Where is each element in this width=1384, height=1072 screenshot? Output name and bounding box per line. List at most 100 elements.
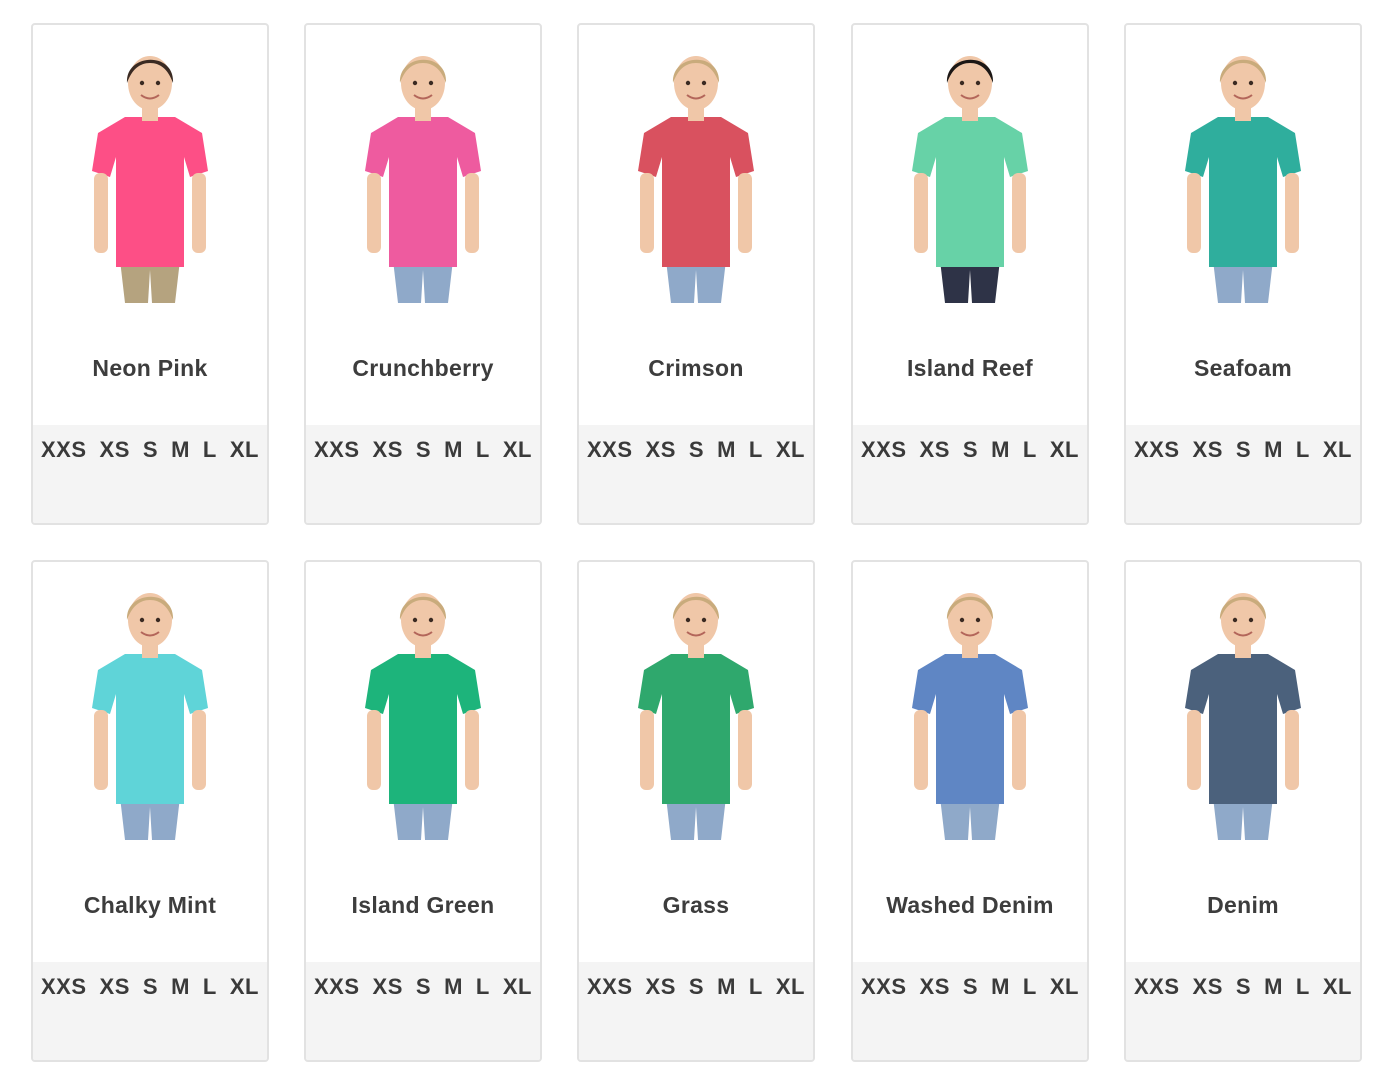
size-option[interactable]: XS — [646, 437, 676, 463]
size-option[interactable]: XXS — [587, 974, 633, 1000]
model-figure — [912, 56, 1028, 303]
size-option[interactable]: XXS — [41, 974, 87, 1000]
size-option[interactable]: L — [1296, 974, 1310, 1000]
size-option[interactable]: XL — [230, 974, 259, 1000]
size-option[interactable]: S — [689, 974, 704, 1000]
size-option[interactable]: XS — [1193, 437, 1223, 463]
product-card[interactable]: Grass XXS XS S M L XL — [577, 560, 815, 1062]
model-figure — [912, 593, 1028, 840]
size-list: XXS XS S M L XL — [1126, 962, 1360, 1060]
size-option[interactable]: M — [171, 437, 190, 463]
product-card[interactable]: Washed Denim XXS XS S M L XL — [851, 560, 1089, 1062]
size-option[interactable]: L — [476, 437, 490, 463]
size-list: XXS XS S M L XL — [306, 962, 540, 1060]
size-option[interactable]: XXS — [314, 437, 360, 463]
color-name: Crimson — [648, 355, 744, 381]
size-option[interactable]: XL — [1323, 437, 1352, 463]
size-list: XXS XS S M L XL — [579, 962, 813, 1060]
size-option[interactable]: XXS — [587, 437, 633, 463]
model-figure — [92, 56, 208, 303]
color-name: Island Reef — [906, 355, 1033, 381]
product-photo[interactable] — [579, 582, 813, 842]
size-option[interactable]: XL — [776, 437, 805, 463]
size-option[interactable]: XL — [1050, 437, 1079, 463]
model-figure — [1185, 56, 1301, 303]
size-option[interactable]: M — [717, 974, 736, 1000]
product-photo[interactable] — [306, 582, 540, 842]
product-card[interactable]: Island Green XXS XS S M L XL — [304, 560, 542, 1062]
size-option[interactable]: M — [1264, 974, 1283, 1000]
model-figure — [638, 593, 754, 840]
size-option[interactable]: S — [143, 974, 158, 1000]
size-option[interactable]: S — [689, 437, 704, 463]
size-option[interactable]: S — [143, 437, 158, 463]
size-option[interactable]: S — [416, 974, 431, 1000]
size-option[interactable]: XXS — [861, 974, 907, 1000]
color-name: Crunchberry — [352, 355, 494, 381]
size-option[interactable]: L — [1296, 437, 1310, 463]
product-photo[interactable] — [853, 582, 1087, 842]
product-photo[interactable] — [33, 582, 267, 842]
size-option[interactable]: S — [963, 437, 978, 463]
size-option[interactable]: S — [1236, 437, 1251, 463]
model-figure — [365, 56, 481, 303]
size-option[interactable]: XS — [100, 437, 130, 463]
size-option[interactable]: XS — [1193, 974, 1223, 1000]
product-card[interactable]: Crunchberry XXS XS S M L XL — [304, 23, 542, 525]
size-option[interactable]: XS — [920, 974, 950, 1000]
size-option[interactable]: XXS — [1134, 974, 1180, 1000]
size-option[interactable]: L — [749, 437, 763, 463]
size-option[interactable]: XXS — [41, 437, 87, 463]
size-option[interactable]: S — [416, 437, 431, 463]
size-option[interactable]: L — [203, 437, 217, 463]
size-option[interactable]: XS — [100, 974, 130, 1000]
size-option[interactable]: M — [717, 437, 736, 463]
size-option[interactable]: M — [991, 974, 1010, 1000]
model-figure — [365, 593, 481, 840]
size-option[interactable]: L — [1023, 974, 1037, 1000]
size-list: XXS XS S M L XL — [33, 962, 267, 1060]
size-option[interactable]: XXS — [314, 974, 360, 1000]
color-name: Chalky Mint — [83, 892, 217, 918]
product-card[interactable]: Island Reef XXS XS S M L XL — [851, 23, 1089, 525]
product-card[interactable]: Seafoam XXS XS S M L XL — [1124, 23, 1362, 525]
size-option[interactable]: XL — [503, 437, 532, 463]
size-option[interactable]: S — [1236, 974, 1251, 1000]
size-option[interactable]: L — [749, 974, 763, 1000]
size-option[interactable]: XL — [1050, 974, 1079, 1000]
product-photo[interactable] — [1126, 582, 1360, 842]
size-option[interactable]: XS — [646, 974, 676, 1000]
product-photo[interactable] — [306, 45, 540, 305]
size-option[interactable]: XL — [776, 974, 805, 1000]
color-name: Grass — [662, 892, 730, 918]
size-list: XXS XS S M L XL — [579, 425, 813, 523]
product-card[interactable]: Denim XXS XS S M L XL — [1124, 560, 1362, 1062]
size-option[interactable]: XL — [1323, 974, 1352, 1000]
product-card[interactable]: Neon Pink XXS XS S M L XL — [31, 23, 269, 525]
size-option[interactable]: L — [1023, 437, 1037, 463]
size-option[interactable]: M — [991, 437, 1010, 463]
size-option[interactable]: S — [963, 974, 978, 1000]
size-option[interactable]: M — [1264, 437, 1283, 463]
product-photo[interactable] — [853, 45, 1087, 305]
model-figure — [638, 56, 754, 303]
product-photo[interactable] — [1126, 45, 1360, 305]
size-option[interactable]: M — [171, 974, 190, 1000]
size-option[interactable]: L — [203, 974, 217, 1000]
size-option[interactable]: M — [444, 437, 463, 463]
size-option[interactable]: XL — [230, 437, 259, 463]
size-option[interactable]: XL — [503, 974, 532, 1000]
product-card[interactable]: Crimson XXS XS S M L XL — [577, 23, 815, 525]
product-photo[interactable] — [33, 45, 267, 305]
size-option[interactable]: M — [444, 974, 463, 1000]
color-name: Island Green — [351, 892, 495, 918]
size-option[interactable]: XXS — [1134, 437, 1180, 463]
size-option[interactable]: L — [476, 974, 490, 1000]
model-figure — [92, 593, 208, 840]
product-photo[interactable] — [579, 45, 813, 305]
size-option[interactable]: XS — [920, 437, 950, 463]
size-option[interactable]: XXS — [861, 437, 907, 463]
product-card[interactable]: Chalky Mint XXS XS S M L XL — [31, 560, 269, 1062]
size-option[interactable]: XS — [373, 974, 403, 1000]
size-option[interactable]: XS — [373, 437, 403, 463]
